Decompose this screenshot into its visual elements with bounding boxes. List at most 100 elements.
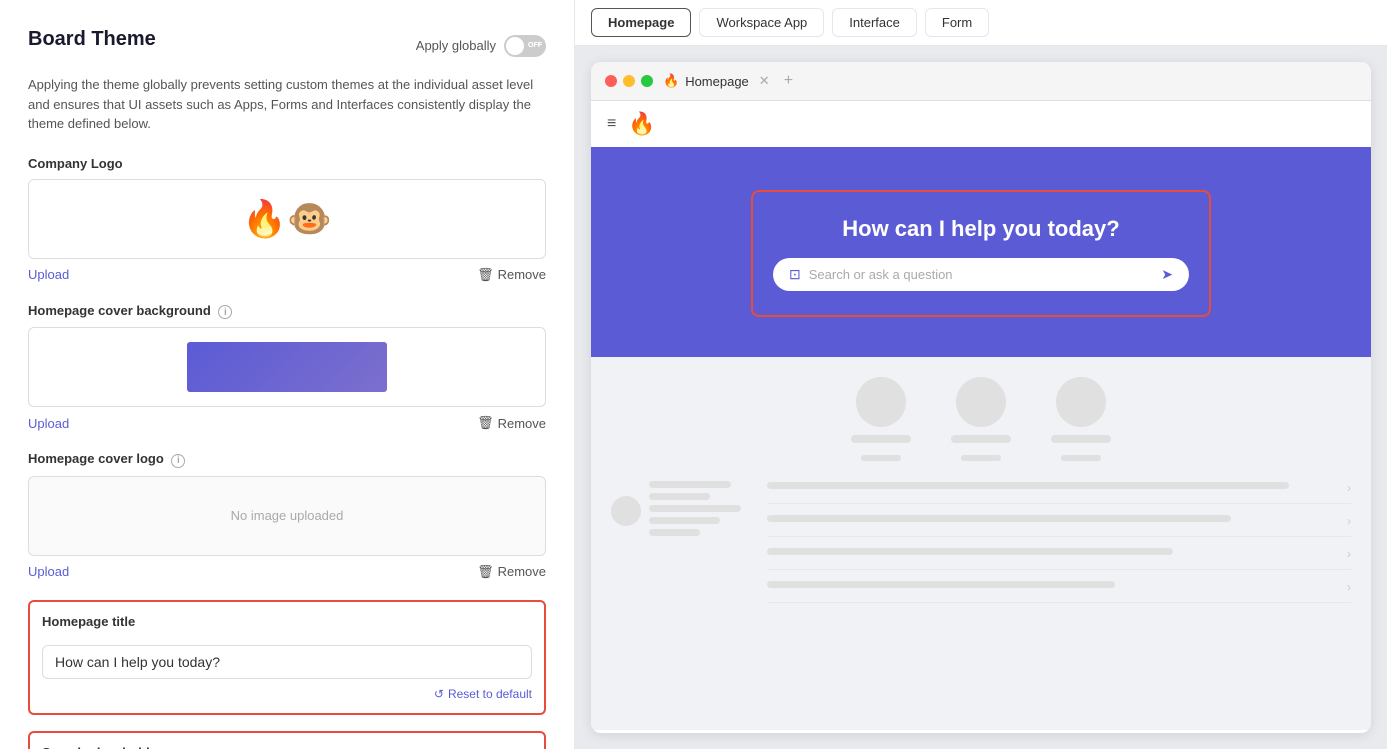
- skeleton-avatar-2: [951, 377, 1011, 461]
- company-logo-box: 🔥🐵: [28, 179, 546, 259]
- skeleton-bottom: › › ›: [611, 481, 1351, 613]
- skeleton-avatar-3: [1051, 377, 1111, 461]
- search-placeholder-label: Search placeholder: [42, 745, 532, 749]
- skel-right-row-3: ›: [767, 547, 1351, 570]
- company-logo-remove[interactable]: 🗑 Remove: [477, 267, 546, 283]
- skel-line-d: [649, 517, 720, 524]
- tab-bar: Homepage Workspace App Interface Form: [575, 0, 1387, 46]
- browser-tab-add[interactable]: +: [784, 72, 793, 90]
- skeleton-avatar-1: [851, 377, 911, 461]
- skeleton-text-block: [649, 481, 751, 541]
- browser-tab-title: 🔥 Homepage: [663, 73, 749, 89]
- hero-title: How can I help you today?: [842, 216, 1119, 242]
- browser-tab-close[interactable]: ✕: [759, 73, 770, 89]
- toggle-label: OFF: [528, 42, 542, 49]
- cover-logo-box: No image uploaded: [28, 476, 546, 556]
- skel-line-a: [649, 481, 731, 488]
- cover-background-remove[interactable]: 🗑 Remove: [477, 415, 546, 431]
- company-logo-section: Company Logo 🔥🐵 Upload 🗑 Remove: [28, 156, 546, 283]
- skel-right-row-2: ›: [767, 514, 1351, 537]
- hamburger-icon[interactable]: ≡: [607, 115, 616, 133]
- tl-yellow[interactable]: [623, 75, 635, 87]
- skel-right-row-1: ›: [767, 481, 1351, 504]
- skeleton-section: › › ›: [591, 357, 1371, 633]
- skeleton-user-row: [611, 481, 751, 541]
- skeleton-line-6: [1061, 455, 1101, 461]
- trash-icon-3: 🗑: [477, 564, 494, 580]
- cover-logo-section: Homepage cover logo i No image uploaded …: [28, 451, 546, 580]
- app-header: ≡ 🔥: [591, 101, 1371, 150]
- apply-globally-toggle[interactable]: OFF: [504, 35, 546, 57]
- hero-inner: How can I help you today? ⊡ Search or as…: [751, 190, 1211, 317]
- cover-background-section: Homepage cover background i Upload 🗑 Rem…: [28, 303, 546, 432]
- search-bar-placeholder: Search or ask a question: [809, 267, 1154, 282]
- skel-r-line-2: [767, 515, 1231, 522]
- browser-content: ≡ 🔥 How can I help you today? ⊡ Search o…: [591, 101, 1371, 730]
- apply-globally-label: Apply globally: [416, 38, 496, 53]
- skel-r-line-3: [767, 548, 1173, 555]
- trash-icon-2: 🗑: [477, 415, 494, 431]
- cover-logo-label: Homepage cover logo i: [28, 451, 546, 468]
- skel-line-b: [649, 493, 710, 500]
- skeleton-line-4: [961, 455, 1001, 461]
- tab-workspace-app[interactable]: Workspace App: [699, 8, 824, 37]
- company-logo-upload[interactable]: Upload: [28, 267, 69, 282]
- skeleton-circle-1: [856, 377, 906, 427]
- hero-section: How can I help you today? ⊡ Search or as…: [591, 150, 1371, 357]
- right-panel: Homepage Workspace App Interface Form 🔥 …: [575, 0, 1387, 749]
- cover-preview: [187, 342, 387, 392]
- cover-background-upload[interactable]: Upload: [28, 416, 69, 431]
- company-logo-label: Company Logo: [28, 156, 546, 171]
- skel-r-line-4: [767, 581, 1115, 588]
- panel-title: Board Theme: [28, 28, 156, 51]
- cover-background-box: [28, 327, 546, 407]
- homepage-title-input[interactable]: [42, 645, 532, 679]
- toggle-knob: [506, 37, 524, 55]
- skel-r-line-1: [767, 482, 1289, 489]
- cover-logo-remove[interactable]: 🗑 Remove: [477, 564, 546, 580]
- homepage-title-reset[interactable]: ↺ Reset to default: [434, 687, 532, 701]
- cover-background-label: Homepage cover background i: [28, 303, 546, 320]
- skel-line-c: [649, 505, 741, 512]
- left-panel: Board Theme Apply globally OFF Applying …: [0, 0, 575, 749]
- company-logo-actions: Upload 🗑 Remove: [28, 267, 546, 283]
- cover-logo-actions: Upload 🗑 Remove: [28, 564, 546, 580]
- skeleton-line-1: [851, 435, 911, 443]
- send-icon[interactable]: ➤: [1161, 266, 1173, 283]
- skel-line-e: [649, 529, 700, 536]
- skeleton-circle-2: [956, 377, 1006, 427]
- fire-logo-icon: 🔥🐵: [242, 198, 332, 240]
- chevron-right-4: ›: [1347, 580, 1351, 594]
- skeleton-left-col: [611, 481, 751, 613]
- homepage-title-section: Homepage title ↺ Reset to default: [28, 600, 546, 715]
- browser-window: 🔥 Homepage ✕ + ≡ 🔥 How can I help you to…: [591, 62, 1371, 733]
- browser-titlebar: 🔥 Homepage ✕ +: [591, 62, 1371, 101]
- browser-tab-icon: 🔥: [663, 73, 679, 89]
- cover-logo-info-icon[interactable]: i: [171, 454, 185, 468]
- search-bar-icon: ⊡: [789, 266, 801, 283]
- homepage-title-label: Homepage title: [42, 614, 532, 629]
- apply-globally-row: Apply globally OFF: [416, 35, 546, 57]
- tab-interface[interactable]: Interface: [832, 8, 917, 37]
- panel-description: Applying the theme globally prevents set…: [28, 75, 546, 134]
- search-bar[interactable]: ⊡ Search or ask a question ➤: [773, 258, 1189, 291]
- search-placeholder-section: Search placeholder ↺ Reset to default: [28, 731, 546, 749]
- trash-icon: 🗑: [477, 267, 494, 283]
- skeleton-line-2: [861, 455, 901, 461]
- cover-logo-upload[interactable]: Upload: [28, 564, 69, 579]
- tab-form[interactable]: Form: [925, 8, 989, 37]
- reset-icon-1: ↺: [434, 687, 444, 701]
- skeleton-user-circle: [611, 496, 641, 526]
- cover-background-actions: Upload 🗑 Remove: [28, 415, 546, 431]
- tl-red[interactable]: [605, 75, 617, 87]
- skeleton-right-col: › › ›: [767, 481, 1351, 613]
- skeleton-avatars: [611, 377, 1351, 461]
- tl-green[interactable]: [641, 75, 653, 87]
- app-logo-icon: 🔥: [628, 111, 655, 137]
- skeleton-line-5: [1051, 435, 1111, 443]
- chevron-right-2: ›: [1347, 514, 1351, 528]
- skel-right-row-4: ›: [767, 580, 1351, 603]
- cover-background-info-icon[interactable]: i: [218, 305, 232, 319]
- chevron-right-1: ›: [1347, 481, 1351, 495]
- tab-homepage[interactable]: Homepage: [591, 8, 691, 37]
